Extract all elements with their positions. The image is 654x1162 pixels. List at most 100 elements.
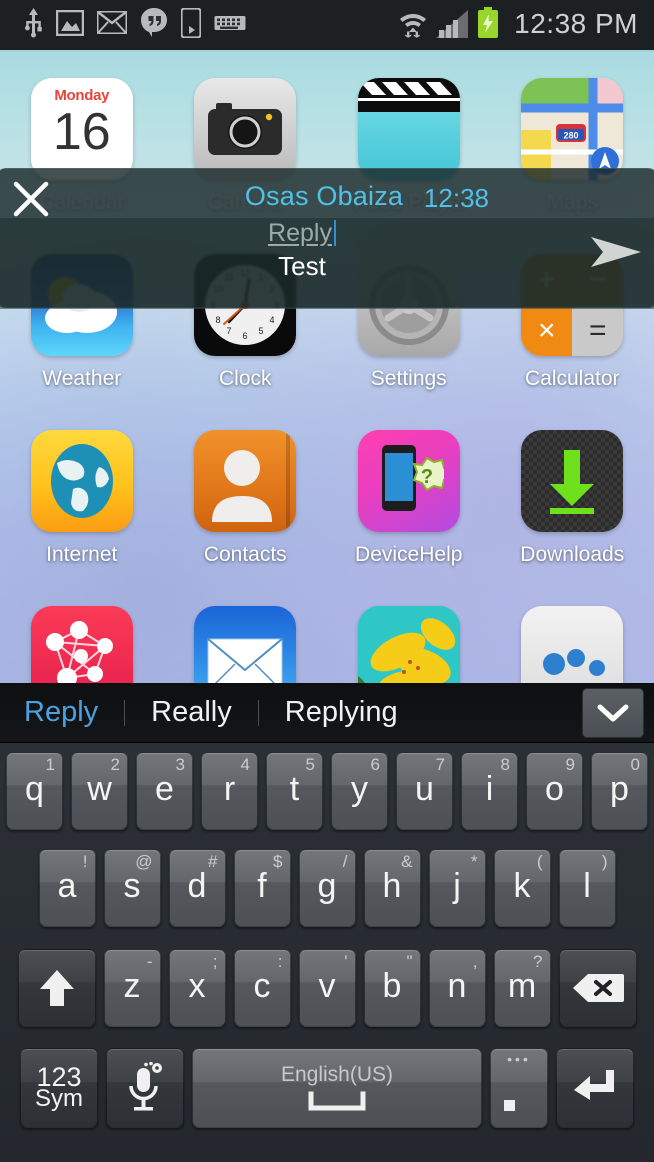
notification-timestamp: 12:38: [423, 183, 489, 213]
keyboard-row-4: 123 Sym English(US) •••: [0, 1038, 654, 1138]
keyboard-row-1: 1q 2w 3e 4r 5t 6y 7u 8i 9o 0p: [0, 743, 654, 838]
svg-text:8: 8: [216, 315, 221, 325]
key-alt-label: !: [82, 852, 88, 871]
suggestion-item-0[interactable]: Reply: [0, 696, 124, 729]
key-r[interactable]: 4r: [201, 751, 258, 830]
key-alt-label: 9: [565, 754, 575, 774]
app-devicehelp[interactable]: ? DeviceHelp: [327, 412, 491, 588]
key-alt-label: -: [146, 952, 153, 971]
key-l[interactable]: ) l: [558, 849, 616, 927]
key-g[interactable]: / g: [298, 849, 356, 927]
key-s[interactable]: @ s: [103, 849, 161, 927]
key-main-label: u: [415, 769, 434, 808]
notification-reply-overlay[interactable]: Osas Obaiza 12:38 Reply Test: [0, 168, 654, 309]
device-help-icon: ?: [357, 430, 460, 532]
key-main-label: n: [447, 967, 467, 1005]
key-alt-label: *: [470, 852, 478, 871]
suggestion-bar[interactable]: Reply Really Replying: [0, 683, 654, 743]
period-key[interactable]: •••: [490, 1048, 548, 1128]
video-player-icon: [357, 78, 460, 180]
wifi-icon: [399, 8, 427, 43]
key-main-label: k: [513, 867, 531, 905]
maps-icon: 280: [521, 78, 624, 180]
enter-return-icon[interactable]: [556, 1048, 634, 1128]
key-j[interactable]: * j: [428, 849, 486, 927]
key-x[interactable]: ; x: [168, 949, 226, 1027]
key-d[interactable]: # d: [168, 849, 226, 927]
shift-arrow-icon[interactable]: [17, 949, 96, 1027]
key-p[interactable]: 0p: [591, 751, 648, 830]
key-alt-label: ": [406, 952, 413, 971]
key-main-label: z: [123, 967, 141, 1005]
key-main-label: r: [223, 769, 236, 808]
key-t[interactable]: 5t: [266, 751, 323, 830]
key-main-label: x: [188, 967, 206, 1005]
send-arrow-icon[interactable]: [589, 231, 643, 273]
key-alt-label: ': [344, 952, 348, 971]
status-bar[interactable]: 12:38 PM: [0, 0, 654, 52]
space-key[interactable]: English(US): [192, 1048, 482, 1128]
period-key-alt-label: •••: [507, 1051, 531, 1067]
key-main-label: l: [583, 867, 591, 905]
key-alt-label: 2: [110, 754, 120, 774]
app-contacts[interactable]: Contacts: [164, 412, 328, 588]
app-downloads[interactable]: Downloads: [491, 412, 654, 588]
key-alt-label: 5: [305, 754, 315, 774]
key-alt-label: &: [401, 852, 413, 871]
app-label: Contacts: [203, 543, 287, 566]
key-h[interactable]: & h: [363, 849, 421, 927]
key-u[interactable]: 7u: [396, 751, 453, 830]
key-main-label: i: [485, 769, 494, 808]
space-key-language-label: English(US): [280, 1063, 394, 1086]
battery-charging-icon: [477, 6, 499, 44]
status-bar-left-icons: [0, 6, 246, 43]
key-k[interactable]: (k: [493, 849, 551, 927]
suggestion-item-2[interactable]: Replying: [259, 696, 424, 729]
key-main-label: e: [155, 769, 174, 808]
key-alt-label: 4: [240, 754, 250, 774]
key-w[interactable]: 2w: [71, 751, 128, 830]
keyboard-row-2: ! a @ s # d $ f / g & h * j (k ) l: [0, 838, 654, 938]
svg-text:?: ?: [421, 466, 433, 488]
backspace-icon[interactable]: [558, 949, 637, 1027]
suggestion-item-1[interactable]: Really: [125, 696, 258, 729]
app-label: Downloads: [520, 543, 625, 566]
key-q[interactable]: 1q: [6, 751, 63, 830]
keyboard-icon: [214, 13, 246, 38]
key-alt-label: $: [273, 852, 283, 871]
key-alt-label: 0: [630, 754, 640, 774]
key-v[interactable]: ' v: [298, 949, 356, 1027]
camera-icon: [194, 78, 297, 180]
key-alt-label: 7: [435, 754, 445, 774]
key-e[interactable]: 3e: [136, 751, 193, 830]
on-screen-keyboard[interactable]: Reply Really Replying 1q 2w 3e 4r 5t 6y …: [0, 683, 654, 1162]
key-f[interactable]: $ f: [233, 849, 291, 927]
key-o[interactable]: 9o: [526, 751, 583, 830]
reply-input[interactable]: Reply: [52, 219, 552, 248]
key-b[interactable]: " b: [363, 949, 421, 1027]
phone-screen: Monday 16 Calendar: [0, 0, 654, 1162]
calc-times: ×: [521, 305, 573, 356]
symbols-key-line2: Sym: [35, 1085, 83, 1112]
microphone-settings-icon[interactable]: [106, 1048, 184, 1128]
app-label: Weather: [42, 367, 122, 390]
keyboard-row-3: -z ; x :c ' v " b ,n ? m: [0, 938, 654, 1038]
svg-text:6: 6: [243, 331, 248, 341]
key-c[interactable]: :c: [233, 949, 291, 1027]
key-n[interactable]: ,n: [428, 949, 486, 1027]
key-m[interactable]: ? m: [493, 949, 551, 1027]
symbols-key[interactable]: 123 Sym: [20, 1048, 98, 1128]
app-label: Internet: [46, 543, 118, 566]
spacebar-icon: [308, 1091, 366, 1111]
key-i[interactable]: 8i: [461, 751, 518, 830]
key-alt-label: 8: [500, 754, 510, 774]
key-main-label: g: [317, 867, 337, 905]
app-internet[interactable]: Internet: [0, 412, 164, 588]
reply-typed-text: Test: [278, 251, 326, 281]
key-main-label: d: [187, 867, 207, 905]
key-a[interactable]: ! a: [38, 849, 96, 927]
chevron-down-icon[interactable]: [582, 688, 644, 738]
key-z[interactable]: -z: [103, 949, 161, 1027]
svg-text:4: 4: [270, 315, 275, 325]
key-y[interactable]: 6y: [331, 751, 388, 830]
